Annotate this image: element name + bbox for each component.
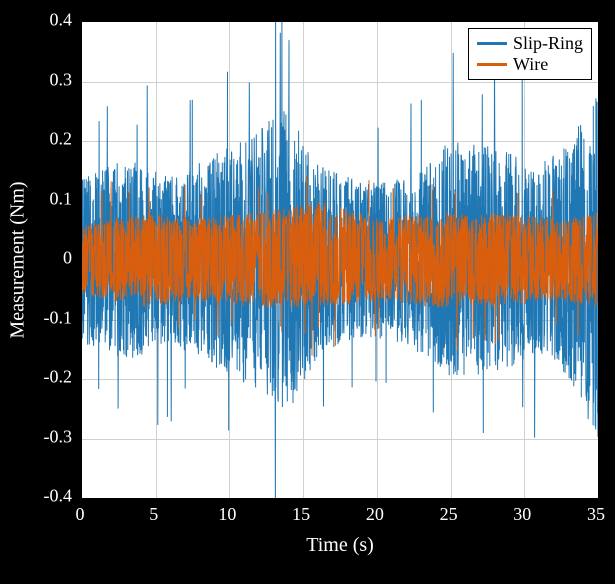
legend-swatch-slip-ring [477,42,507,45]
x-tick-label: 20 [366,504,384,525]
y-tick-label: -0.3 [44,426,73,447]
legend-entry-slip-ring: Slip-Ring [477,33,583,54]
x-tick-label: 30 [513,504,531,525]
legend-swatch-wire [477,63,507,66]
y-tick-label: 0.3 [50,69,73,90]
legend-label-wire: Wire [513,54,548,75]
x-tick-label: 0 [76,504,85,525]
y-tick-label: 0.2 [50,129,73,150]
y-tick-label: -0.1 [44,307,73,328]
x-tick-label: 15 [292,504,310,525]
legend-label-slip-ring: Slip-Ring [513,33,583,54]
x-tick-label: 10 [218,504,236,525]
data-layer [82,22,598,498]
x-axis-label: Time (s) [306,534,374,557]
y-tick-label: 0.1 [50,188,73,209]
x-tick-label: 5 [149,504,158,525]
plot-area: Slip-Ring Wire [80,20,600,500]
y-tick-label: 0 [63,248,72,269]
y-tick-label: -0.4 [44,486,73,507]
legend: Slip-Ring Wire [468,28,592,80]
x-tick-label: 25 [440,504,458,525]
legend-entry-wire: Wire [477,54,583,75]
y-tick-label: 0.4 [50,10,73,31]
y-tick-label: -0.2 [44,367,73,388]
x-tick-label: 35 [587,504,605,525]
y-axis-label: Measurement (Nm) [7,181,30,338]
chart-container: Slip-Ring Wire Time (s) Measurement (Nm)… [0,0,615,584]
